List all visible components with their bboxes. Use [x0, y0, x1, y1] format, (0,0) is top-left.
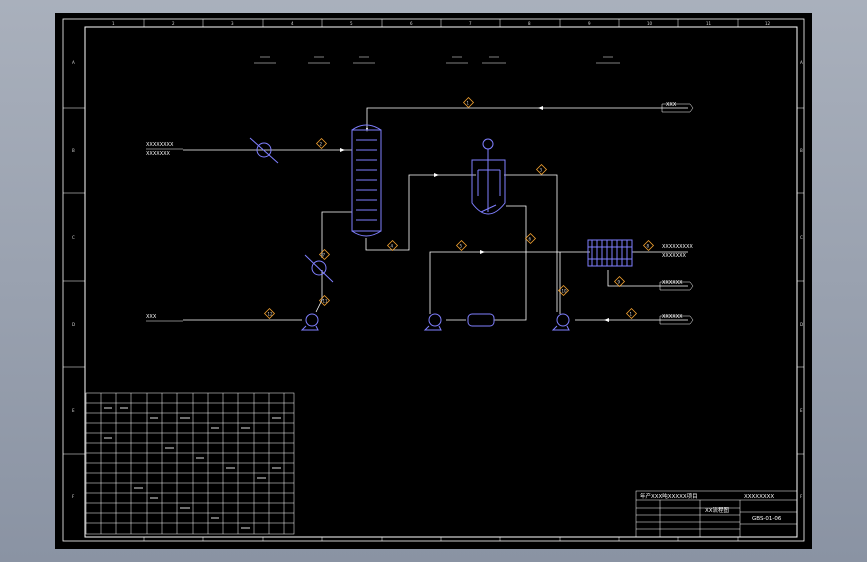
feed-label-top-left-sub: XXXXXXX	[146, 151, 171, 157]
border-letter: C	[72, 235, 75, 240]
outlet-label-product-sub: XXXXXXX	[662, 253, 687, 259]
title-block-company: XXXXXXXX	[744, 494, 774, 500]
title-block-drawing-title: XX流程图	[705, 506, 730, 514]
border-letter: B	[800, 148, 803, 153]
border-letter: C	[800, 235, 803, 240]
border-letter: A	[800, 60, 803, 65]
cad-viewport[interactable]: 1 2 3 4 5 6 7 8 9 10 11 12 A B C D E F A…	[0, 0, 867, 562]
outlet-label-product: XXXXXXXXX	[662, 244, 693, 250]
stream-number: 12	[268, 312, 274, 317]
border-number: 11	[706, 21, 712, 26]
border-number: 10	[647, 21, 653, 26]
sheet-background	[55, 13, 812, 549]
outlet-label-top-right: XXX	[666, 102, 677, 108]
feed-label-top-left: XXXXXXXX	[146, 142, 174, 148]
border-letter: A	[72, 60, 75, 65]
outlet-label-right-mid: XXXXXX	[662, 280, 683, 286]
border-letter: D	[72, 322, 75, 327]
border-number: 12	[765, 21, 771, 26]
stream-number: 11	[323, 299, 329, 304]
title-block-project: 年产XXX吨XXXXX项目	[640, 492, 698, 500]
feed-label-bottom-left: XXX	[146, 314, 157, 320]
title-block-drawing-no: GBS-01-06	[752, 516, 782, 522]
stream-number: 10	[562, 289, 568, 294]
inlet-label-right-bottom: XXXXXX	[662, 314, 683, 320]
border-letter: D	[800, 322, 803, 327]
border-letter: B	[72, 148, 75, 153]
process-flow-diagram: 1 2 3 4 5 6 7 8 9 10 11 12 A B C D E F A…	[55, 13, 812, 549]
